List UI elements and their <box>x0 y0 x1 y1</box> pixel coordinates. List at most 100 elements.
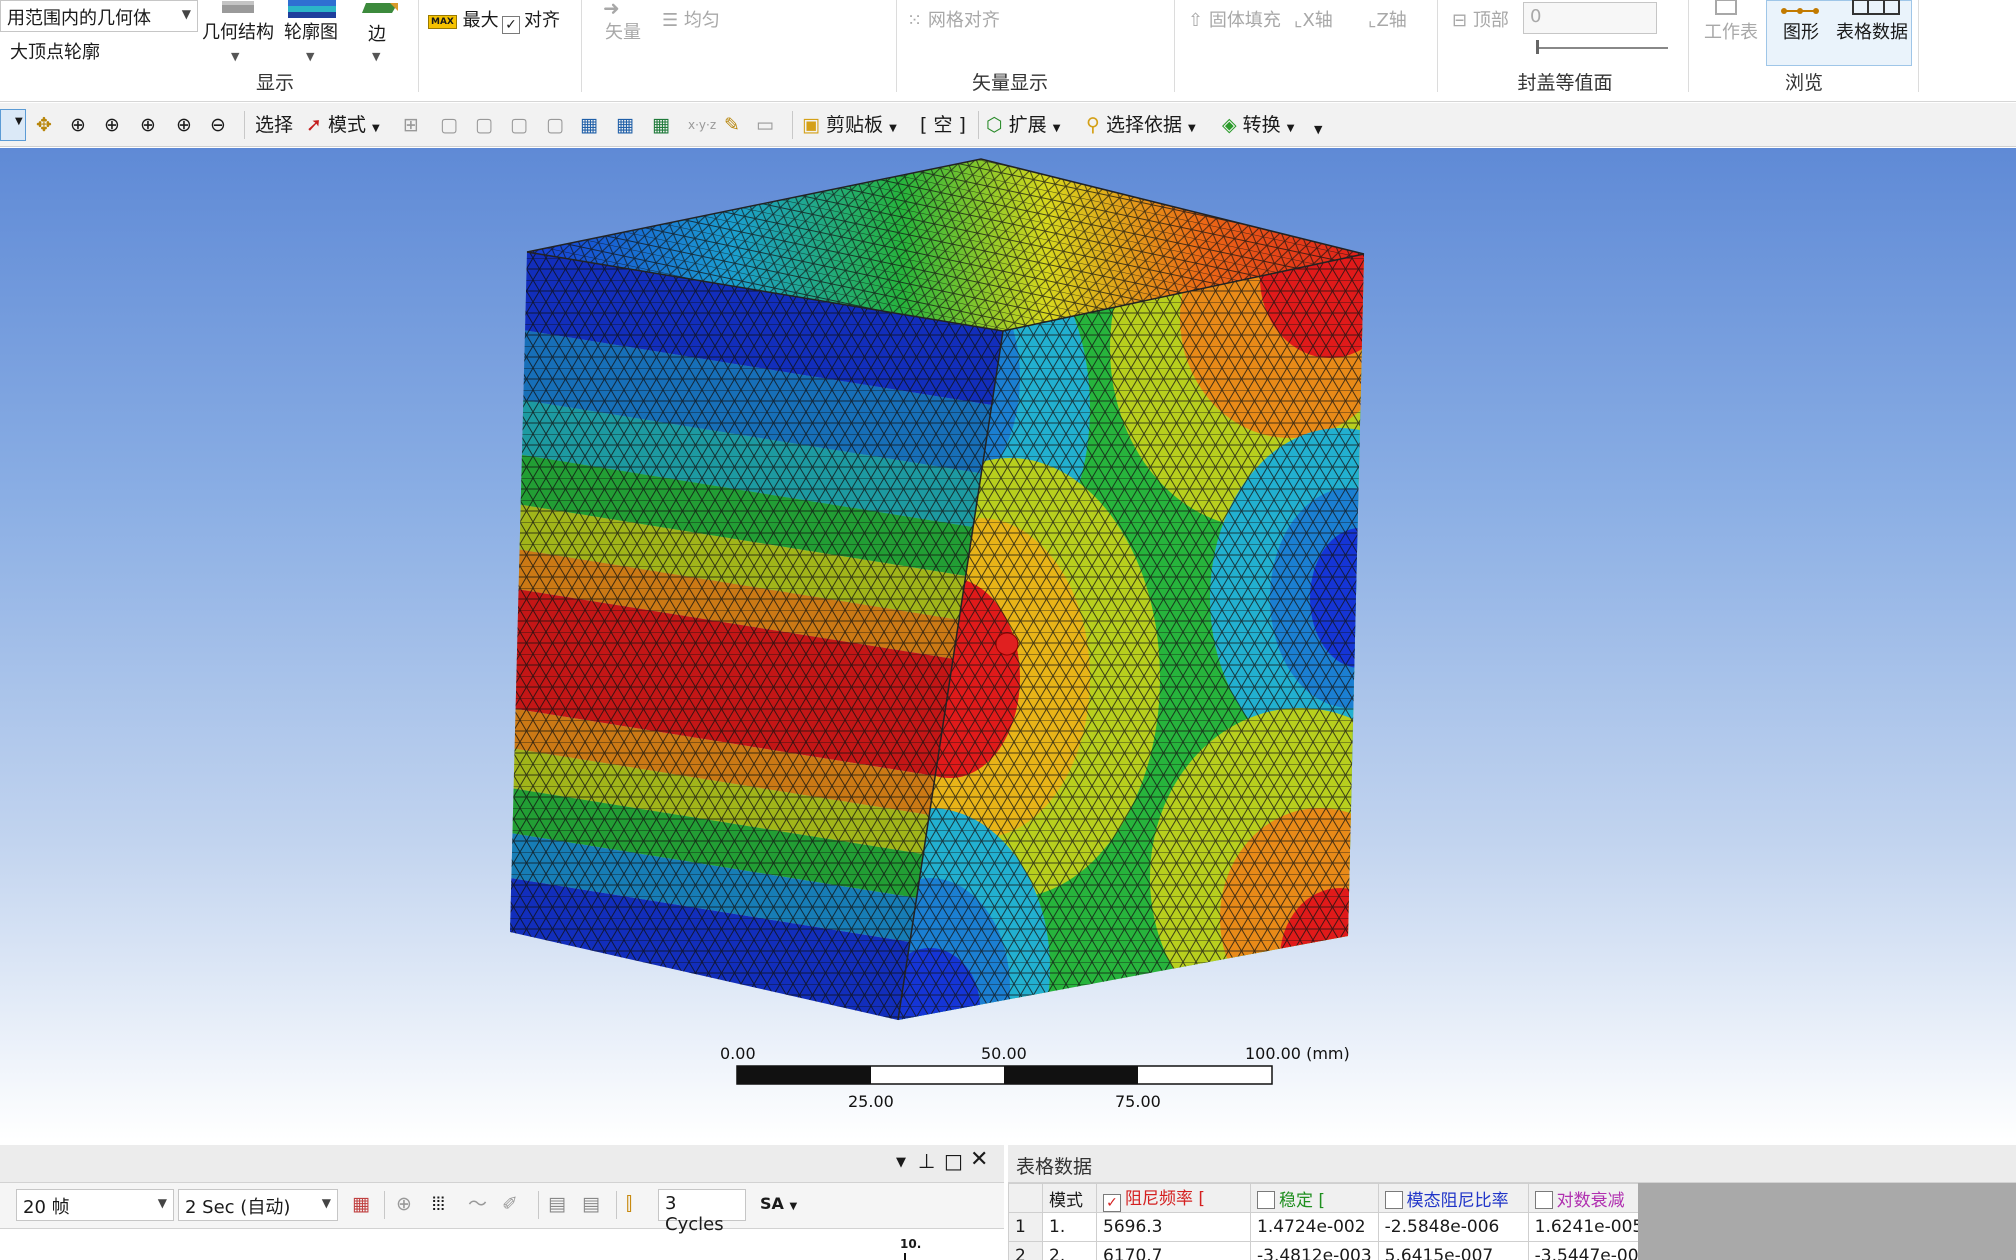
distributed-icon[interactable]: ⫿ <box>626 1189 632 1219</box>
solid-fill-label: 固体填充 <box>1208 10 1281 31</box>
extend-dropdown[interactable]: ⬡ 扩展 ▼ <box>986 110 1060 140</box>
edge-icon <box>362 0 402 19</box>
max-toggle[interactable]: MAX 最大 <box>428 6 499 32</box>
vector-button[interactable]: 矢量 <box>605 18 641 44</box>
cell-frequency[interactable]: 6170.7 <box>1096 1241 1251 1260</box>
extend-label: 扩展 <box>1008 114 1047 136</box>
export-video-icon[interactable]: ▦ <box>352 1189 370 1219</box>
bar-chart-icon[interactable]: ⦙⦙⦙ <box>432 1189 445 1219</box>
column-header-frequency[interactable]: ✓ 阻尼频率 [ <box>1096 1183 1251 1213</box>
checkbox-icon[interactable] <box>1257 1190 1275 1209</box>
select-by-dropdown[interactable]: ⚲ 选择依据 ▼ <box>1086 110 1196 140</box>
duration-dropdown[interactable]: 2 Sec (自动) ▼ <box>178 1189 338 1221</box>
cell-damping-ratio[interactable]: 5.6415e-007 <box>1377 1241 1529 1260</box>
chevron-down-icon[interactable]: ▼ <box>896 1155 906 1170</box>
top-value-input[interactable]: 0 <box>1523 2 1657 34</box>
column-header-log-decrement[interactable]: 对数衰减 <box>1527 1183 1657 1213</box>
zoom-fit-icon[interactable]: ⊕ <box>176 110 192 140</box>
select-edge-icon[interactable]: ▢ <box>440 110 458 140</box>
brush-icon[interactable]: ✐ <box>502 1189 518 1219</box>
graph-panel: ▼ ⊥ □ ✕ 20 帧 ▼ 2 Sec (自动) ▼ ▦ ⊕ ⦙⦙⦙ 〜 ✐ … <box>0 1145 1004 1260</box>
max-vertex-outline-item[interactable]: 大顶点轮廓 <box>10 38 100 64</box>
graphics-viewport[interactable]: 0.00 50.00 100.00 (mm) 25.00 75.00 <box>0 148 2016 1140</box>
toolbar-overflow-icon[interactable]: ▼ <box>1314 115 1322 145</box>
tabular-data-button[interactable]: 表格数据 <box>1836 18 1908 44</box>
checkbox-icon[interactable] <box>1384 1190 1403 1209</box>
cell-damping-ratio[interactable]: -2.5848e-006 <box>1377 1212 1529 1242</box>
cycles-field[interactable]: 3 Cycles <box>658 1189 746 1235</box>
top-button[interactable]: ⊟ 顶部 <box>1452 6 1509 32</box>
divider <box>792 111 793 139</box>
checkbox-checked-icon[interactable]: ✓ <box>1103 1194 1121 1212</box>
chevron-down-icon[interactable]: ▼ <box>231 50 239 63</box>
frames-dropdown[interactable]: 20 帧 ▼ <box>16 1189 174 1221</box>
sa-button[interactable]: SA ▼ <box>760 1189 797 1219</box>
rotate-dropdown-button[interactable]: ▼ <box>0 109 26 141</box>
worksheet-button[interactable]: 工作表 <box>1704 18 1758 44</box>
cell-mode[interactable]: 1. <box>1042 1212 1097 1242</box>
annotation-icon[interactable]: ▭ <box>756 110 774 140</box>
select-vertex-icon[interactable]: ⊞ <box>403 110 419 140</box>
cell-stability[interactable]: 1.4724e-002 <box>1250 1212 1379 1242</box>
geometry-button[interactable]: 几何结构 <box>202 18 274 44</box>
chevron-down-icon[interactable]: ▼ <box>306 50 314 63</box>
chevron-down-icon: ▼ <box>321 1196 331 1210</box>
graph-button[interactable]: 图形 <box>1783 18 1819 44</box>
select-body-icon[interactable]: ▢ <box>510 110 528 140</box>
x-axis-button[interactable]: ⌞X轴 <box>1294 6 1333 32</box>
cell-frequency[interactable]: 5696.3 <box>1096 1212 1251 1242</box>
zoom-in-icon[interactable]: ⊕ <box>104 110 120 140</box>
mode-dropdown[interactable]: ➚ 模式 ▼ <box>306 110 380 140</box>
zoom-graph-icon[interactable]: ⊕ <box>396 1189 412 1219</box>
chevron-down-icon: ▼ <box>372 123 380 134</box>
select-mesh-icon[interactable]: ▦ <box>652 110 670 140</box>
pan-icon[interactable]: ✥ <box>36 110 52 140</box>
uniform-button[interactable]: ☰ 均匀 <box>662 6 720 32</box>
align-checkbox[interactable]: ✓ 对齐 <box>502 6 560 34</box>
cell-stability[interactable]: -3.4812e-003 <box>1250 1241 1379 1260</box>
table-row[interactable]: 2 2. 6170.7 -3.4812e-003 5.6415e-007 -3.… <box>1008 1241 1657 1260</box>
table-row[interactable]: 1 1. 5696.3 1.4724e-002 -2.5848e-006 1.6… <box>1008 1212 1657 1242</box>
convert-dropdown[interactable]: ◈ 转换 ▼ <box>1222 110 1294 140</box>
checkbox-icon[interactable] <box>1534 1190 1553 1209</box>
scope-dropdown[interactable]: 用范围内的几何体 ▼ <box>0 0 198 32</box>
z-axis-button[interactable]: ⌞Z轴 <box>1368 6 1407 32</box>
edge-button[interactable]: 边 <box>368 20 386 46</box>
sa-label: SA <box>760 1194 784 1213</box>
zoom-icon[interactable]: ⊕ <box>70 110 86 140</box>
select-range-icon[interactable]: ▤ <box>582 1189 600 1219</box>
cell-mode[interactable]: 2. <box>1042 1241 1097 1260</box>
solid-fill-button[interactable]: ⇧ 固体填充 <box>1188 6 1281 32</box>
select-node-icon[interactable]: ▦ <box>580 110 598 140</box>
capping-slider-thumb[interactable] <box>1536 40 1539 54</box>
label-icon[interactable]: ✎ <box>724 110 740 140</box>
select-all-icon[interactable]: ▤ <box>548 1189 566 1219</box>
coordinates-icon[interactable]: x·y·z <box>688 110 716 140</box>
probe-point-marker[interactable] <box>995 632 1019 656</box>
pin-icon[interactable]: ⊥ <box>918 1149 935 1173</box>
column-header-stability[interactable]: 稳定 [ <box>1250 1183 1379 1213</box>
maximize-icon[interactable]: □ <box>944 1149 963 1173</box>
cursor-icon: ➚ <box>306 114 322 136</box>
close-icon[interactable]: ✕ <box>970 1147 988 1172</box>
select-element-icon[interactable]: ▢ <box>546 110 564 140</box>
cell-log-decrement[interactable]: 1.6241e-005 <box>1527 1212 1657 1242</box>
column-header-damping-ratio[interactable]: 模态阻尼比率 <box>1377 1183 1529 1213</box>
select-face-icon[interactable]: ▢ <box>475 110 493 140</box>
curve-icon[interactable]: 〜 <box>468 1189 487 1219</box>
capping-slider-track[interactable] <box>1536 47 1668 49</box>
chevron-down-icon[interactable]: ▼ <box>372 50 380 63</box>
chevron-down-icon: ▼ <box>1286 123 1295 134</box>
clipboard-icon: ▣ <box>802 114 820 136</box>
contour-button[interactable]: 轮廓图 <box>284 18 338 44</box>
select-by-label: 选择依据 <box>1105 114 1182 136</box>
cell-log-decrement[interactable]: -3.5447e-006 <box>1527 1241 1657 1260</box>
column-header-mode[interactable]: 模式 <box>1042 1183 1097 1213</box>
clipboard-dropdown[interactable]: ▣ 剪贴板 ▼ <box>802 110 897 140</box>
meshed-cube-model[interactable] <box>0 148 2016 1140</box>
table-icon <box>1852 0 1900 20</box>
grid-align-button[interactable]: ⁙ 网格对齐 <box>907 6 1000 32</box>
select-element-face-icon[interactable]: ▦ <box>616 110 634 140</box>
zoom-out-icon[interactable]: ⊖ <box>210 110 226 140</box>
zoom-box-icon[interactable]: ⊕ <box>140 110 156 140</box>
